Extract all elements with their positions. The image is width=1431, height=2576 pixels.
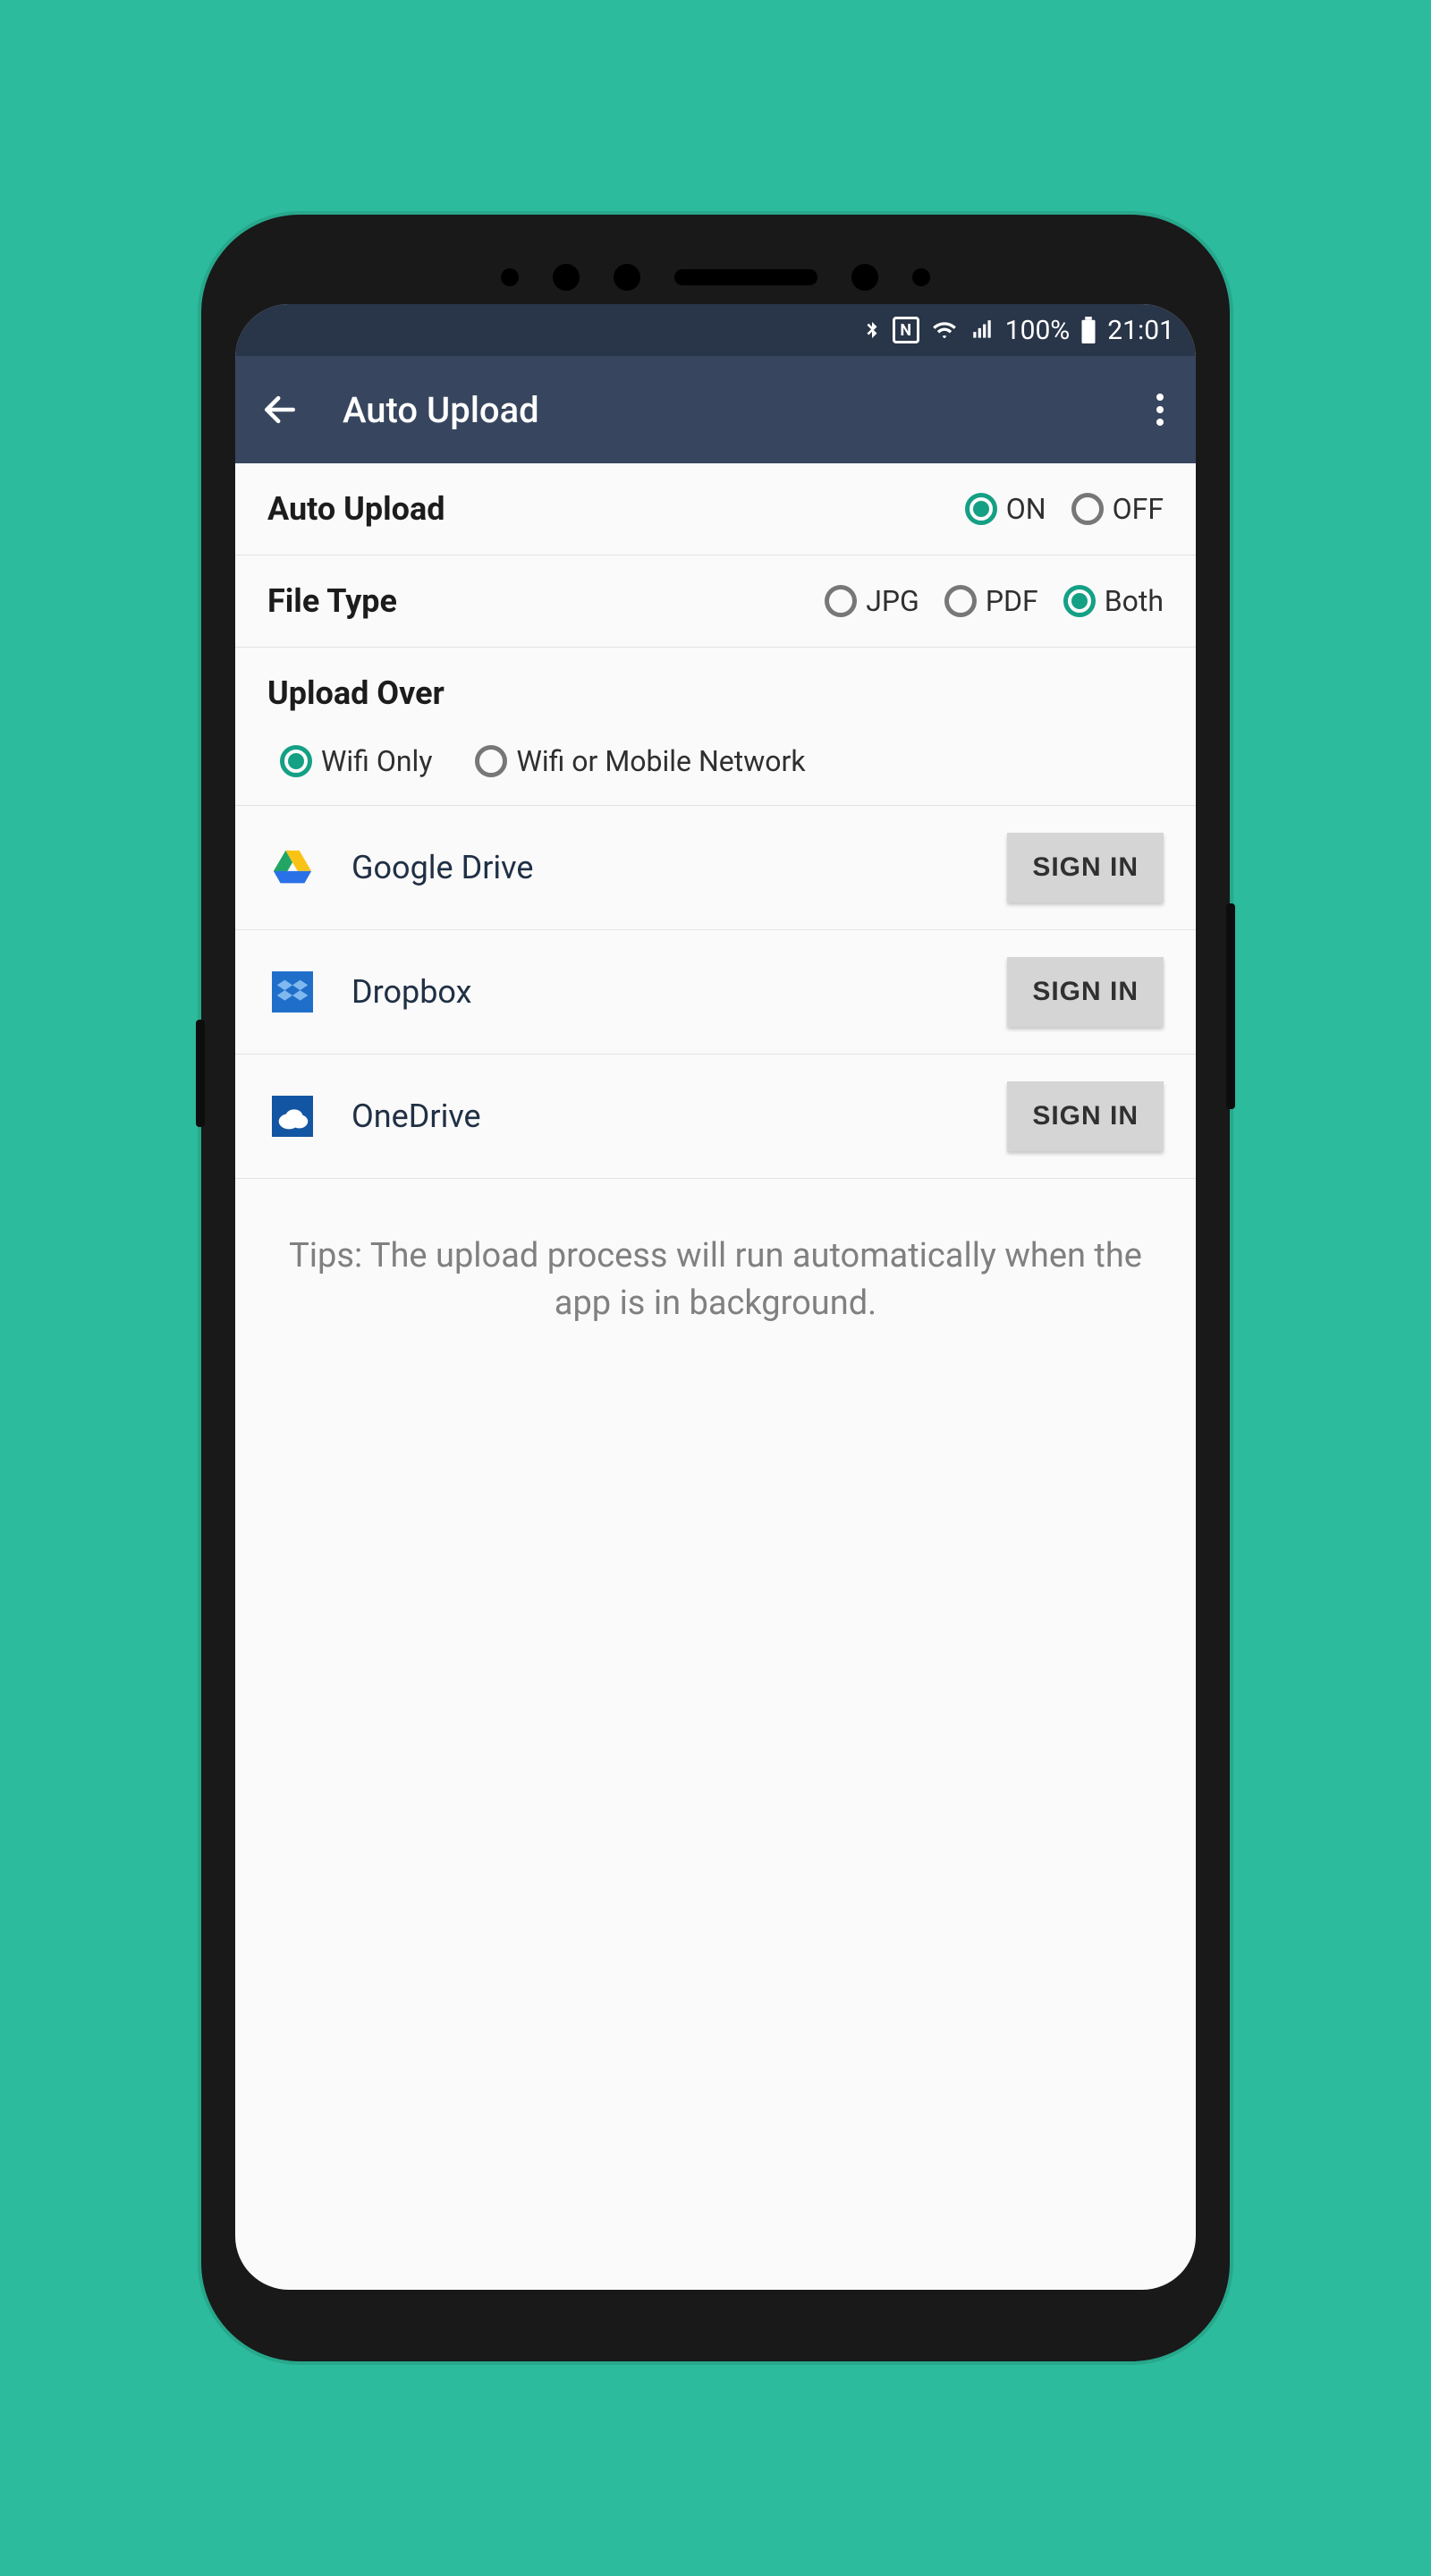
phone-speaker [235,250,1196,304]
onedrive-icon [267,1091,318,1141]
bluetooth-icon [862,317,882,343]
radio-label: JPG [866,584,919,618]
setting-label: File Type [267,582,825,620]
setting-section-upload-over: Upload Over Wifi Only Wifi or Mobile Net… [235,648,1196,806]
status-bar: N 100% 21:01 [235,304,1196,356]
status-time: 21:01 [1107,315,1174,346]
service-row-dropbox: Dropbox SIGN IN [235,930,1196,1055]
file-type-radio-group: JPG PDF Both [825,584,1164,618]
radio-label: ON [1006,492,1046,526]
radio-label: PDF [986,584,1038,618]
phone-volume-button [196,1020,205,1127]
radio-off[interactable]: OFF [1071,492,1164,526]
signin-button-dropbox[interactable]: SIGN IN [1007,957,1164,1027]
radio-icon [965,493,997,525]
auto-upload-radio-group: ON OFF [965,492,1164,526]
battery-percentage: 100% [1005,315,1071,346]
service-name: Dropbox [351,973,973,1011]
setting-label: Upload Over [267,674,1164,712]
service-row-google-drive: Google Drive SIGN IN [235,806,1196,930]
signin-button-onedrive[interactable]: SIGN IN [1007,1081,1164,1151]
radio-icon [280,745,312,777]
setting-row-file-type: File Type JPG PDF Both [235,555,1196,648]
radio-on[interactable]: ON [965,492,1046,526]
battery-icon [1080,317,1097,343]
service-row-onedrive: OneDrive SIGN IN [235,1055,1196,1179]
google-drive-icon [267,843,318,893]
phone-power-button [1226,903,1235,1109]
radio-both[interactable]: Both [1063,584,1164,618]
service-name: Google Drive [351,849,973,886]
radio-label: Wifi or Mobile Network [516,744,805,778]
radio-label: OFF [1113,492,1164,526]
radio-pdf[interactable]: PDF [944,584,1038,618]
phone-screen: N 100% 21:01 Auto Upload [235,304,1196,2290]
radio-icon [475,745,507,777]
wifi-icon [930,318,959,343]
page-title: Auto Upload [343,389,1106,431]
overflow-menu-button[interactable] [1142,394,1178,426]
content-area: Auto Upload ON OFF File Type [235,463,1196,1381]
upload-over-radio-group: Wifi Only Wifi or Mobile Network [267,744,1164,778]
phone-frame: N 100% 21:01 Auto Upload [201,215,1230,2361]
tips-text: Tips: The upload process will run automa… [235,1179,1196,1381]
radio-jpg[interactable]: JPG [825,584,919,618]
radio-icon [1071,493,1104,525]
signin-button-google-drive[interactable]: SIGN IN [1007,833,1164,902]
radio-wifi-only[interactable]: Wifi Only [280,744,432,778]
setting-row-auto-upload: Auto Upload ON OFF [235,463,1196,555]
radio-label: Wifi Only [321,744,432,778]
radio-label: Both [1105,584,1164,618]
setting-label: Auto Upload [267,490,965,528]
radio-icon [944,585,977,617]
signal-icon [970,318,995,342]
radio-icon [825,585,857,617]
nfc-icon: N [893,317,919,343]
radio-icon [1063,585,1096,617]
dropbox-icon [267,967,318,1017]
radio-wifi-or-mobile[interactable]: Wifi or Mobile Network [475,744,805,778]
service-name: OneDrive [351,1097,973,1135]
back-button[interactable] [253,383,307,436]
app-bar: Auto Upload [235,356,1196,463]
